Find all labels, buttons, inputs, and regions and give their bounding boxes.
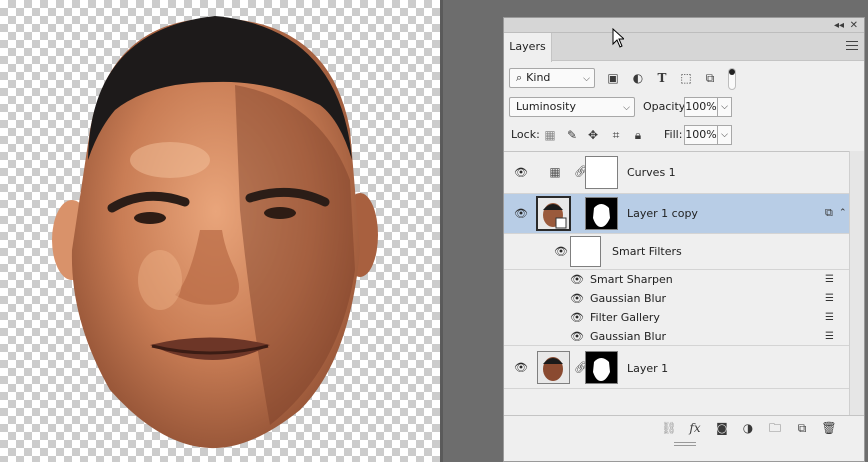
visibility-eye-icon[interactable]: 👁︎ (514, 208, 528, 219)
filter-row-filter-gallery[interactable]: 👁︎ Filter Gallery ☰ (504, 308, 849, 327)
filter-row-gaussian-blur-2[interactable]: 👁︎ Gaussian Blur ☰ (504, 327, 849, 346)
tab-layers[interactable]: Layers (504, 33, 552, 62)
filter-toggle-switch[interactable] (728, 68, 736, 90)
layer-row-curves-1[interactable]: 👁︎ ▦ 🔗︎ Curves 1 (504, 152, 849, 194)
new-group-icon[interactable]: 🗀︎ (766, 420, 784, 436)
layer-row-layer-1[interactable]: 👁︎ 🔗︎ Layer 1 (504, 347, 849, 389)
delete-layer-icon[interactable]: 🗑︎ (820, 420, 838, 436)
mask-silhouette-image (593, 204, 610, 227)
pixel-filter-icon[interactable]: ▣ (605, 70, 621, 86)
blending-options-icon[interactable]: ☰ (825, 313, 837, 323)
chevron-down-icon: ⌵ (583, 74, 590, 84)
layer-mask-thumbnail[interactable] (585, 156, 618, 189)
mask-link-icon[interactable]: 🔗︎ (574, 165, 588, 179)
layer-mask-thumbnail[interactable] (585, 197, 618, 230)
fill-input[interactable]: 100% (684, 125, 718, 145)
blend-mode-value: Luminosity (516, 100, 576, 113)
fx-icon[interactable]: fx (686, 420, 704, 436)
panel-menu-icon[interactable] (846, 41, 858, 51)
visibility-eye-icon[interactable]: 👁︎ (554, 246, 568, 257)
panel-title-bar[interactable]: ◂◂ ✕ (504, 18, 864, 33)
smart-filters-row[interactable]: 👁︎ Smart Filters (504, 234, 849, 270)
fill-label: Fill: (664, 128, 683, 141)
visibility-eye-icon[interactable]: 👁︎ (570, 293, 584, 304)
layer-name[interactable]: Curves 1 (627, 166, 676, 180)
smart-object-thumbnail[interactable] (536, 196, 571, 231)
filter-name[interactable]: Gaussian Blur (590, 330, 666, 344)
filter-name[interactable]: Smart Sharpen (590, 273, 673, 287)
panel-tab-bar: Layers (504, 33, 864, 62)
visibility-eye-icon[interactable]: 👁︎ (570, 331, 584, 342)
visibility-eye-icon[interactable]: 👁︎ (570, 274, 584, 285)
document-canvas[interactable] (0, 0, 440, 462)
smart-object-badge-icon: ⧉ (825, 206, 833, 219)
chevron-down-icon: ⌵ (623, 103, 630, 113)
mask-silhouette-image (593, 358, 610, 381)
new-layer-icon[interactable]: ⧉ (793, 420, 811, 436)
filter-kind-select[interactable]: ⌕ Kind ⌵ (509, 68, 595, 88)
filter-row-gaussian-blur[interactable]: 👁︎ Gaussian Blur ☰ (504, 289, 849, 308)
collapse-panel-icon[interactable]: ◂◂ (834, 18, 844, 33)
smart-filter-mask-thumbnail[interactable] (570, 236, 601, 267)
lock-label: Lock: (511, 128, 540, 141)
filter-name[interactable]: Filter Gallery (590, 311, 660, 325)
close-panel-icon[interactable]: ✕ (850, 18, 858, 33)
search-icon: ⌕ (516, 71, 523, 84)
visibility-eye-icon[interactable]: 👁︎ (514, 167, 528, 178)
layer-name[interactable]: Smart Filters (612, 245, 682, 259)
layers-list: 👁︎ ▦ 🔗︎ Curves 1 👁︎ Layer 1 copy ⧉ ⌃ 👁︎ … (504, 151, 849, 437)
link-layers-icon[interactable]: ⛓︎ (660, 420, 678, 436)
filter-name[interactable]: Gaussian Blur (590, 292, 666, 306)
layers-panel: ◂◂ ✕ Layers ⌕ Kind ⌵ ▣ ◐ T ⬚ ⧉ Luminosity… (503, 17, 865, 462)
lock-all-icon[interactable]: 🔒︎ (630, 127, 646, 143)
blending-options-icon[interactable]: ☰ (825, 275, 837, 285)
chevron-up-icon[interactable]: ⌃ (839, 207, 849, 219)
layer-row-layer-1-copy[interactable]: 👁︎ Layer 1 copy ⧉ ⌃ (504, 194, 849, 234)
lock-position-icon[interactable]: ✥ (585, 127, 601, 143)
opacity-slider-toggle[interactable]: ⌵ (718, 97, 732, 117)
layer-mask-thumbnail[interactable] (585, 351, 618, 384)
smartobject-filter-icon[interactable]: ⧉ (702, 70, 718, 86)
blending-options-icon[interactable]: ☰ (825, 294, 837, 304)
mouse-pointer-icon (612, 28, 624, 48)
layer-filter-row: ⌕ Kind ⌵ ▣ ◐ T ⬚ ⧉ (504, 68, 864, 92)
curves-adjustment-icon: ▦ (549, 165, 561, 179)
filter-row-smart-sharpen[interactable]: 👁︎ Smart Sharpen ☰ (504, 270, 849, 289)
shape-filter-icon[interactable]: ⬚ (678, 70, 694, 86)
add-mask-icon[interactable]: ◙ (713, 420, 731, 436)
panel-resize-grip[interactable] (674, 442, 696, 446)
filter-kind-label: Kind (526, 71, 551, 84)
lock-image-pixels-icon[interactable]: ✎ (564, 127, 580, 143)
opacity-label: Opacity: (643, 100, 689, 113)
layer-thumbnail[interactable] (537, 351, 570, 384)
new-adjustment-icon[interactable]: ◑ (739, 420, 757, 436)
canvas-edge (440, 0, 443, 462)
mask-link-icon[interactable]: 🔗︎ (574, 361, 588, 375)
blend-row: Luminosity ⌵ Opacity: 100% ⌵ (504, 97, 864, 119)
fill-slider-toggle[interactable]: ⌵ (718, 125, 732, 145)
painted-portrait-image (52, 16, 378, 449)
visibility-eye-icon[interactable]: 👁︎ (514, 362, 528, 373)
lock-transparent-pixels-icon[interactable]: ▦ (542, 127, 558, 143)
type-filter-icon[interactable]: T (654, 70, 670, 86)
layers-scrollbar[interactable] (849, 151, 864, 437)
blending-options-icon[interactable]: ☰ (825, 332, 837, 342)
portrait-thumbnail-image (538, 352, 569, 383)
lock-row: Lock: ▦ ✎ ✥ ⌗ 🔒︎ Fill: 100% ⌵ (504, 125, 864, 147)
layer-name[interactable]: Layer 1 (627, 362, 668, 376)
adjustment-filter-icon[interactable]: ◐ (630, 70, 646, 86)
layers-bottom-toolbar: ⛓︎ fx ◙ ◑ 🗀︎ ⧉ 🗑︎ (504, 415, 864, 440)
layer-name[interactable]: Layer 1 copy (627, 207, 698, 221)
blend-mode-select[interactable]: Luminosity ⌵ (509, 97, 635, 117)
opacity-input[interactable]: 100% (684, 97, 718, 117)
visibility-eye-icon[interactable]: 👁︎ (570, 312, 584, 323)
lock-artboard-icon[interactable]: ⌗ (608, 127, 624, 143)
portrait-thumbnail-image (538, 198, 569, 229)
